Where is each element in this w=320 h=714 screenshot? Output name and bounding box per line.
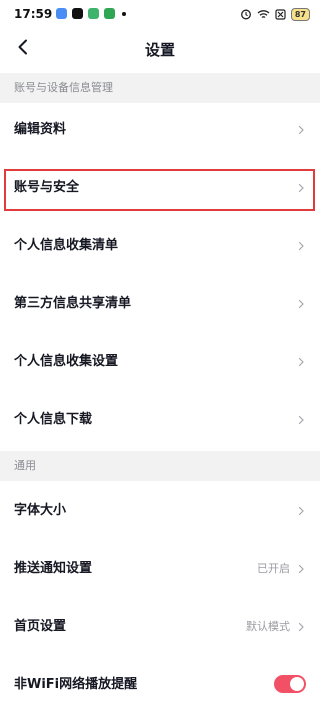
title-bar: 设置 [0,30,320,66]
settings-item-value: 已开启 [257,562,290,575]
sim-blocked-icon [275,8,286,20]
settings-item-third-party-sharing[interactable]: 第三方信息共享清单 [0,275,320,333]
section-header-general: 通用 [0,451,320,481]
settings-item-non-wifi-reminder: 非WiFi网络播放提醒 [0,656,320,714]
non-wifi-reminder-toggle[interactable] [274,675,306,693]
alarm-icon [240,9,251,20]
settings-item-font-size[interactable]: 字体大小 [0,482,320,540]
settings-item-personal-info-settings[interactable]: 个人信息收集设置 [0,333,320,391]
settings-item-label: 第三方信息共享清单 [14,296,132,311]
settings-item-account-security[interactable]: 账号与安全 [0,159,320,217]
chevron-right-icon [298,357,304,367]
settings-item-personal-info-list[interactable]: 个人信息收集清单 [0,217,320,275]
chevron-right-icon [298,622,304,632]
settings-item-home-settings[interactable]: 首页设置 默认模式 [0,598,320,656]
chevron-right-icon [298,564,304,574]
status-indicators: 87 [240,6,310,22]
toggle-knob [290,677,304,691]
settings-item-label: 字体大小 [14,503,67,518]
settings-item-label: 首页设置 [14,619,67,634]
settings-item-label: 个人信息收集清单 [14,238,119,253]
settings-item-edit-profile[interactable]: 编辑资料 [0,101,320,159]
more-notifications-icon [122,11,126,16]
settings-item-label: 非WiFi网络播放提醒 [14,677,138,692]
settings-item-label: 个人信息下载 [14,412,93,427]
status-time: 17:59 [14,7,53,21]
chevron-right-icon [298,241,304,251]
app-notification-icon [88,8,99,19]
chevron-right-icon [298,299,304,309]
chevron-right-icon [298,415,304,425]
settings-item-label: 账号与安全 [14,180,80,195]
tiktok-notification-icon [72,8,83,19]
settings-item-push-notifications[interactable]: 推送通知设置 已开启 [0,540,320,598]
settings-item-label: 推送通知设置 [14,561,93,576]
app-notification-icon [104,8,115,19]
section-header-account: 账号与设备信息管理 [0,73,320,103]
battery-indicator: 87 [290,7,310,21]
settings-item-personal-info-download[interactable]: 个人信息下载 [0,391,320,449]
settings-item-label: 编辑资料 [14,122,67,137]
status-bar: 17:59 87 [0,0,320,30]
chevron-right-icon [298,125,304,135]
app-notification-icon [56,8,67,19]
settings-item-label: 个人信息收集设置 [14,354,119,369]
chevron-right-icon [298,506,304,516]
chevron-right-icon [298,183,304,193]
settings-item-value: 默认模式 [246,620,290,633]
page-title: 设置 [144,41,175,59]
wifi-icon [257,9,270,18]
notification-icons [56,8,126,19]
